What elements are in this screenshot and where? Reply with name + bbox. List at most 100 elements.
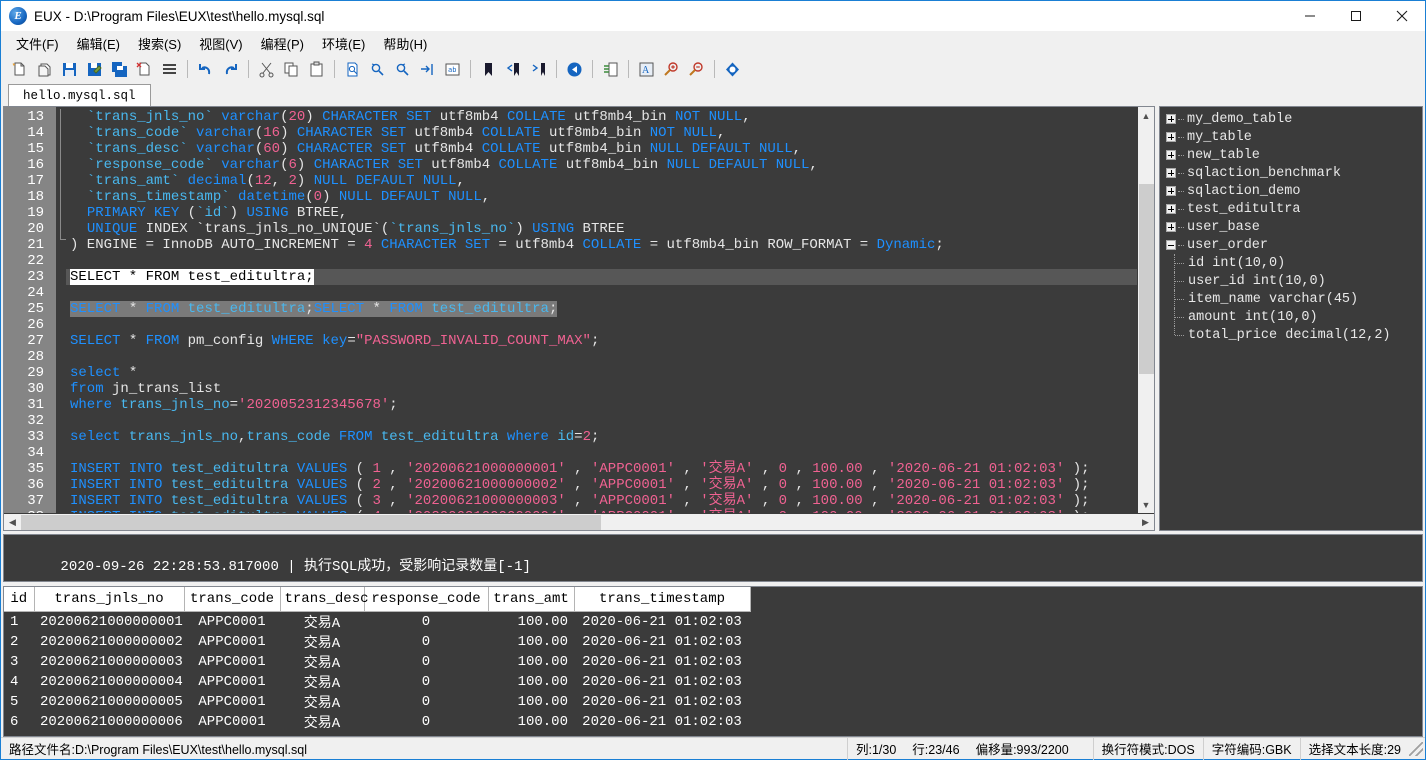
code-line[interactable]: SELECT * FROM pm_config WHERE key="PASSW… — [66, 333, 1137, 349]
code-line[interactable] — [66, 253, 1137, 269]
code-line[interactable]: select trans_jnls_no,trans_code FROM tes… — [66, 429, 1137, 445]
expand-icon[interactable] — [1166, 222, 1176, 232]
table-cell[interactable]: 2020-06-21 01:02:03 — [574, 611, 750, 632]
table-cell[interactable]: 1 — [4, 611, 34, 632]
expand-icon[interactable] — [1166, 186, 1176, 196]
table-cell[interactable]: 7 — [4, 732, 34, 738]
table-cell[interactable]: 交易A — [280, 672, 364, 692]
editor-horizontal-scrollbar[interactable]: ◀ ▶ — [4, 513, 1154, 530]
table-cell[interactable]: 0 — [364, 712, 488, 732]
column-header-trans-code[interactable]: trans_code — [184, 587, 280, 611]
menu-edit[interactable]: 编辑(E) — [68, 32, 129, 55]
menu-search[interactable]: 搜索(S) — [129, 32, 190, 55]
code-line[interactable] — [66, 413, 1137, 429]
save-as-icon[interactable] — [83, 58, 106, 81]
table-cell[interactable]: 20200621000000007 — [34, 732, 184, 738]
save-all-icon[interactable] — [108, 58, 131, 81]
replace-icon[interactable]: ab — [441, 58, 464, 81]
find-next-icon[interactable] — [391, 58, 414, 81]
font-icon[interactable]: A — [635, 58, 658, 81]
zoom-in-icon[interactable] — [660, 58, 683, 81]
tree-column-node[interactable]: item_name varchar(45) — [1160, 290, 1422, 308]
table-cell[interactable]: 20200621000000005 — [34, 692, 184, 712]
tree-table-node[interactable]: sqlaction_benchmark — [1160, 164, 1422, 182]
table-cell[interactable]: 2 — [4, 632, 34, 652]
code-line[interactable] — [66, 445, 1137, 461]
result-grid-panel[interactable]: id trans_jnls_no trans_code trans_desc r… — [3, 586, 1423, 737]
open-file-icon[interactable] — [33, 58, 56, 81]
code-line[interactable] — [66, 285, 1137, 301]
code-line[interactable]: INSERT INTO test_editultra VALUES ( 3 , … — [66, 493, 1137, 509]
table-cell[interactable]: 100.00 — [488, 712, 574, 732]
vscroll-track[interactable] — [1138, 124, 1155, 496]
table-cell[interactable]: 2020-06-21 01:02:03 — [574, 652, 750, 672]
zoom-out-icon[interactable] — [685, 58, 708, 81]
table-cell[interactable]: 20200621000000003 — [34, 652, 184, 672]
paste-icon[interactable] — [305, 58, 328, 81]
code-line[interactable]: `trans_code` varchar(16) CHARACTER SET u… — [66, 125, 1137, 141]
expand-icon[interactable] — [1166, 204, 1176, 214]
table-cell[interactable]: 0 — [364, 632, 488, 652]
tree-table-node[interactable]: user_order — [1160, 236, 1422, 254]
code-line[interactable]: INSERT INTO test_editultra VALUES ( 2 , … — [66, 477, 1137, 493]
table-cell[interactable]: 交易A — [280, 712, 364, 732]
menu-file[interactable]: 文件(F) — [7, 32, 68, 55]
code-line[interactable]: INSERT INTO test_editultra VALUES ( 1 , … — [66, 461, 1137, 477]
table-cell[interactable]: APPC0001 — [184, 712, 280, 732]
table-row[interactable]: 520200621000000005APPC0001交易A0100.002020… — [4, 692, 750, 712]
menu-view[interactable]: 视图(V) — [190, 32, 251, 55]
scroll-up-icon[interactable]: ▲ — [1138, 107, 1155, 124]
table-row[interactable]: 420200621000000004APPC0001交易A0100.002020… — [4, 672, 750, 692]
menu-program[interactable]: 编程(P) — [252, 32, 313, 55]
hscroll-thumb[interactable] — [21, 515, 601, 530]
bookmark-icon[interactable] — [477, 58, 500, 81]
table-cell[interactable]: 6 — [4, 712, 34, 732]
table-cell[interactable]: APPC0001 — [184, 611, 280, 632]
table-cell[interactable]: 交易A — [280, 692, 364, 712]
column-header-trans-timestamp[interactable]: trans_timestamp — [574, 587, 750, 611]
scroll-right-icon[interactable]: ▶ — [1137, 514, 1154, 531]
code-line[interactable]: `trans_timestamp` datetime(0) NULL DEFAU… — [66, 189, 1137, 205]
undo-icon[interactable] — [194, 58, 217, 81]
tree-column-node[interactable]: amount int(10,0) — [1160, 308, 1422, 326]
table-cell[interactable]: 0 — [364, 611, 488, 632]
code-line[interactable] — [66, 317, 1137, 333]
table-cell[interactable]: 0 — [364, 672, 488, 692]
table-cell[interactable]: 0 — [364, 692, 488, 712]
table-cell[interactable]: 5 — [4, 692, 34, 712]
new-file-icon[interactable] — [8, 58, 31, 81]
expand-icon[interactable] — [1166, 114, 1176, 124]
hscroll-track[interactable] — [21, 514, 1137, 531]
code-line[interactable]: `trans_desc` varchar(60) CHARACTER SET u… — [66, 141, 1137, 157]
table-row[interactable]: 320200621000000003APPC0001交易A0100.002020… — [4, 652, 750, 672]
table-cell[interactable]: 20200621000000002 — [34, 632, 184, 652]
column-header-trans-jnls-no[interactable]: trans_jnls_no — [34, 587, 184, 611]
table-cell[interactable]: 20200621000000001 — [34, 611, 184, 632]
code-line[interactable]: from jn_trans_list — [66, 381, 1137, 397]
table-cell[interactable]: 2020-06-21 01:02:03 — [574, 712, 750, 732]
database-tree-panel[interactable]: my_demo_tablemy_tablenew_tablesqlaction_… — [1159, 106, 1423, 531]
copy-icon[interactable] — [280, 58, 303, 81]
code-editor-pane[interactable]: 1314151617181920212223242526272829303132… — [3, 106, 1155, 531]
table-cell[interactable]: 100.00 — [488, 652, 574, 672]
column-header-response-code[interactable]: response_code — [364, 587, 488, 611]
table-cell[interactable]: 100.00 — [488, 672, 574, 692]
expand-icon[interactable] — [1166, 150, 1176, 160]
bookmark-previous-icon[interactable] — [502, 58, 525, 81]
table-cell[interactable]: 100.00 — [488, 692, 574, 712]
tab-hello-mysql-sql[interactable]: hello.mysql.sql — [8, 84, 151, 106]
find-icon[interactable] — [341, 58, 364, 81]
table-row[interactable]: 720200621000000007APPC0001 — [4, 732, 750, 738]
column-header-trans-desc[interactable]: trans_desc — [280, 587, 364, 611]
table-cell[interactable]: 100.00 — [488, 611, 574, 632]
table-cell[interactable]: APPC0001 — [184, 672, 280, 692]
table-cell[interactable]: 20200621000000006 — [34, 712, 184, 732]
table-cell[interactable]: APPC0001 — [184, 732, 280, 738]
save-icon[interactable] — [58, 58, 81, 81]
table-cell[interactable]: 2020-06-21 01:02:03 — [574, 692, 750, 712]
code-line[interactable]: `response_code` varchar(6) CHARACTER SET… — [66, 157, 1137, 173]
connect-db-icon[interactable] — [599, 58, 622, 81]
tree-column-node[interactable]: total_price decimal(12,2) — [1160, 326, 1422, 344]
expand-icon[interactable] — [1166, 132, 1176, 142]
code-line[interactable]: ) ENGINE = InnoDB AUTO_INCREMENT = 4 CHA… — [66, 237, 1137, 253]
